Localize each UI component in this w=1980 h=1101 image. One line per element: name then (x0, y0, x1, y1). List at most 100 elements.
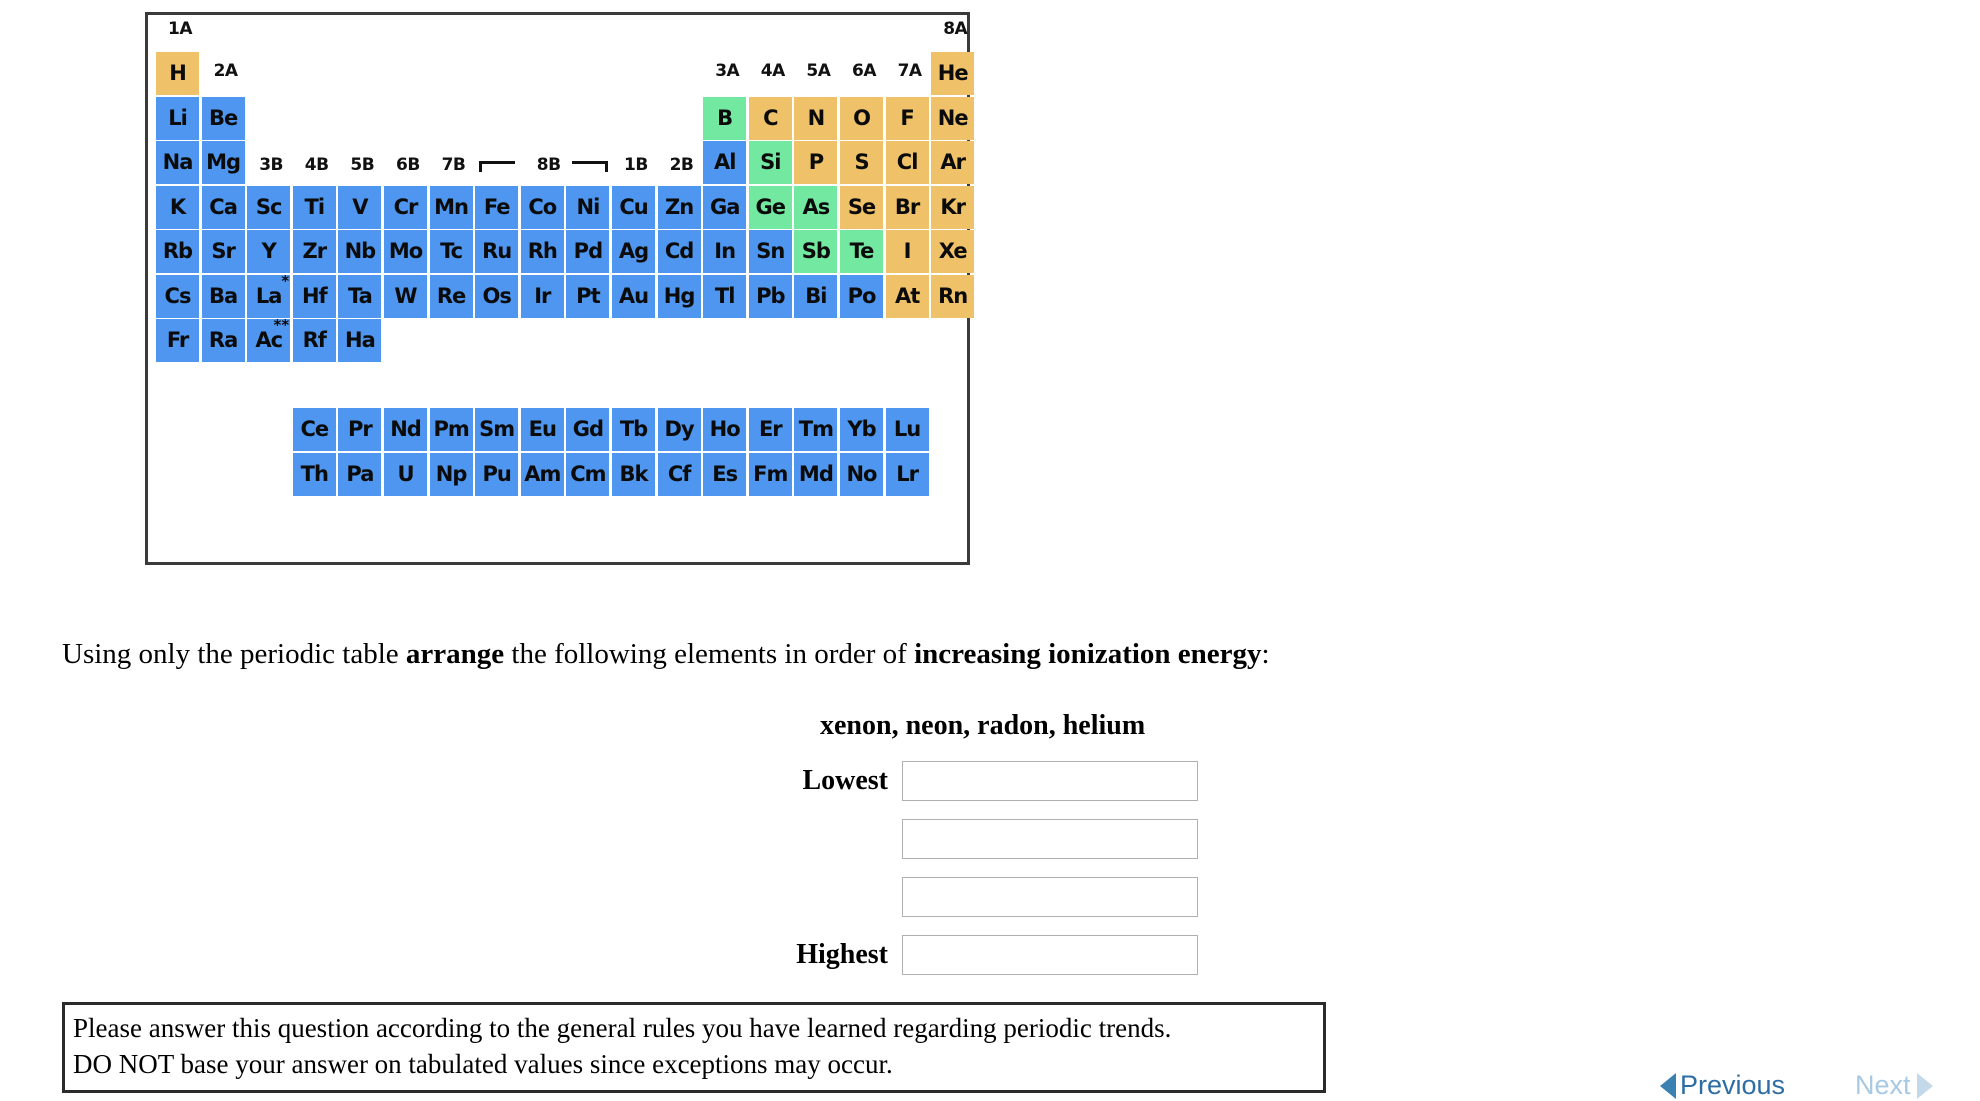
element-footnote-marker: ** (273, 316, 290, 334)
element-symbol: Hf (301, 283, 328, 308)
element-cell-rn: Rn (931, 274, 975, 318)
element-cell-li: Li (156, 96, 199, 140)
element-symbol: Pb (756, 283, 785, 308)
element-cell-co: Co (520, 185, 564, 229)
element-symbol: Ra (208, 328, 238, 352)
element-symbol: Na (162, 150, 194, 174)
element-cell-mn: Mn (429, 185, 473, 229)
element-symbol: K (169, 194, 186, 219)
previous-button[interactable]: Previous (1660, 1070, 1785, 1101)
element-cell-am: Am (520, 452, 564, 496)
element-symbol: S (854, 150, 869, 174)
element-cell-xe: Xe (931, 230, 975, 273)
element-symbol: Fm (753, 461, 788, 486)
group-label-6a: 6A (852, 61, 877, 81)
element-symbol: Zr (302, 239, 328, 263)
element-cell-th: Th (292, 452, 336, 496)
element-symbol: Br (894, 194, 920, 219)
element-symbol: Ba (209, 283, 238, 308)
periodic-table-figure: 1A 2A 3B 4B 5B 6B 7B 8B 1B 2B 3A 4A 5A 6A 7A 8A H He Li Be B… (145, 12, 975, 565)
element-symbol: Ne (937, 105, 969, 130)
element-symbol: Cr (393, 194, 419, 219)
element-symbol: Lr (896, 461, 919, 486)
answer-row: Highest (790, 926, 1300, 984)
element-cell-sn: Sn (748, 230, 792, 273)
element-cell-ti: Ti (292, 185, 336, 229)
answer-input-1[interactable] (902, 761, 1198, 801)
question-prompt-text-3: : (1261, 638, 1270, 670)
element-cell-rf: Rf (292, 319, 336, 362)
element-symbol: Ru (482, 239, 512, 263)
element-symbol: Ar (940, 150, 966, 174)
group-label-3a: 3A (715, 61, 740, 81)
element-symbol: Yb (847, 417, 876, 441)
element-symbol: Re (436, 283, 466, 308)
element-symbol: C (763, 105, 778, 130)
question-prompt-bold-ionization: increasing ionization energy (914, 638, 1262, 670)
group-label-1a: 1A (168, 19, 193, 39)
answer-input-2[interactable] (902, 819, 1198, 859)
element-symbol: Au (618, 283, 649, 308)
element-cell-tl: Tl (703, 274, 747, 318)
group-label-7b: 7B (441, 155, 466, 175)
group-8b-bracket-left (479, 161, 516, 172)
element-symbol: F (900, 105, 914, 130)
element-cell-c: C (748, 96, 792, 140)
element-cell-ac: Ac ** (247, 316, 291, 362)
element-cell-np: Np (429, 452, 473, 496)
element-cell-pr: Pr (338, 408, 382, 451)
element-cell-hf: Hf (292, 274, 336, 318)
element-symbol: Sc (255, 194, 283, 219)
element-cell-tb: Tb (612, 408, 655, 451)
element-cell-ta: Ta (338, 274, 382, 318)
element-symbol: Os (482, 283, 512, 308)
element-cell-mg: Mg (201, 141, 245, 184)
element-cell-ag: Ag (612, 230, 655, 273)
element-symbol: I (903, 239, 912, 263)
element-cell-os: Os (475, 274, 519, 318)
element-cell-pm: Pm (429, 408, 473, 451)
element-symbol: Sn (756, 239, 785, 263)
answer-block: Lowest Highest (790, 752, 1300, 984)
element-cell-zn: Zn (657, 185, 701, 229)
element-symbol: Fe (483, 194, 511, 219)
element-cell-tm: Tm (794, 408, 838, 451)
element-symbol: As (802, 194, 831, 219)
element-symbol: Rh (527, 239, 558, 263)
element-cell-sm: Sm (475, 408, 519, 451)
element-cell-pd: Pd (566, 230, 610, 273)
element-cell-ar: Ar (931, 141, 975, 184)
element-cell-ba: Ba (201, 274, 245, 318)
element-cell-s: S (840, 141, 883, 184)
element-symbol: In (714, 239, 736, 263)
element-cell-o: O (840, 96, 883, 140)
element-list: xenon, neon, radon, helium (820, 710, 1146, 741)
element-cell-cr: Cr (384, 185, 427, 229)
answer-input-4[interactable] (902, 935, 1198, 975)
element-symbol: Pu (482, 461, 512, 486)
group-label-5b: 5B (350, 155, 375, 175)
group-label-6b: 6B (396, 155, 420, 175)
element-symbol: Se (847, 194, 876, 219)
element-cell-cd: Cd (657, 230, 701, 273)
element-cell-ru: Ru (475, 230, 519, 273)
element-symbol: Ha (345, 328, 376, 352)
element-symbol: Pm (433, 417, 469, 441)
next-button[interactable]: Next (1855, 1070, 1933, 1101)
element-cell-te: Te (840, 230, 883, 273)
element-cell-mo: Mo (384, 230, 427, 273)
group-label-7a: 7A (897, 61, 923, 81)
note-line-1: Please answer this question according to… (73, 1013, 1172, 1043)
answer-input-3[interactable] (902, 877, 1198, 917)
element-symbol: Pa (346, 461, 374, 486)
element-symbol: Eu (528, 417, 557, 441)
element-symbol: Cs (164, 283, 192, 308)
element-symbol: At (894, 283, 920, 308)
question-prompt-text-1: Using only the periodic table (62, 638, 406, 670)
element-cell-f: F (885, 96, 929, 140)
periodic-table-grid: 1A 2A 3B 4B 5B 6B 7B 8B 1B 2B 3A 4A 5A 6A 7A 8A H He Li Be B… (148, 15, 975, 562)
element-symbol: W (394, 283, 417, 308)
element-symbol: P (808, 150, 824, 174)
element-cell-fe: Fe (475, 185, 519, 229)
element-symbol: Y (261, 239, 277, 263)
